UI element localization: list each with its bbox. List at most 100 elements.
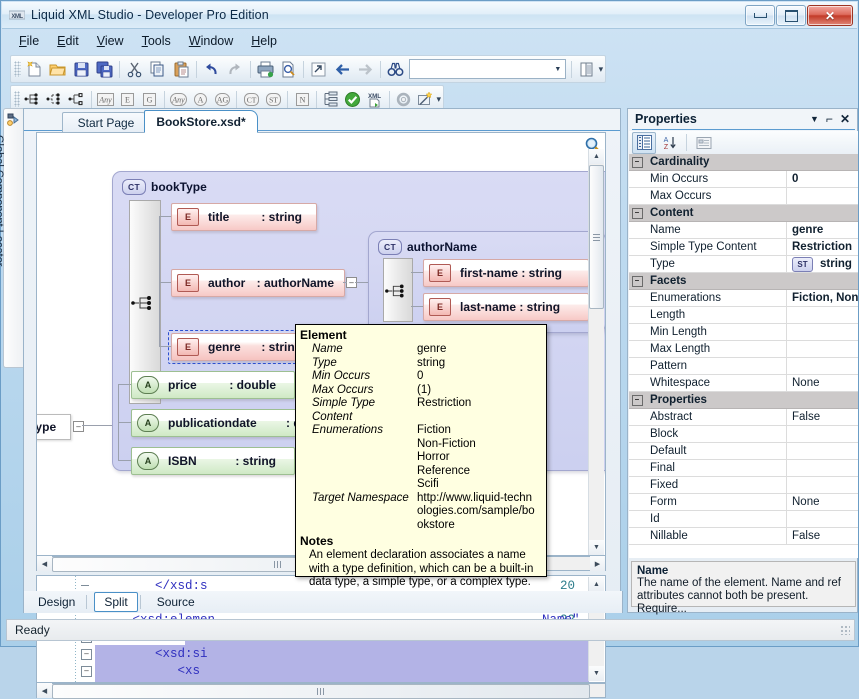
all-icon[interactable] (67, 88, 87, 110)
fold-box[interactable]: – (81, 666, 92, 677)
any-element-icon[interactable]: Any (96, 88, 116, 110)
properties-grid[interactable]: – Cardinality Min Occurs 0 Max Occurs – … (629, 154, 858, 558)
any-attribute-icon[interactable]: Any (169, 88, 189, 110)
global-component-locator-tab[interactable]: Global Component Locator (3, 108, 23, 368)
property-row-nillable[interactable]: Nillable False (629, 528, 858, 545)
property-group-cardinality[interactable]: – Cardinality (629, 154, 858, 171)
validate-check-icon[interactable] (343, 88, 363, 110)
element-node-author[interactable]: E author : authorName (171, 269, 345, 297)
property-row-max-occurs[interactable]: Max Occurs (629, 188, 858, 205)
close-icon[interactable]: ✕ (840, 112, 850, 126)
choice-icon[interactable] (45, 88, 65, 110)
find-binoculars-icon[interactable] (385, 58, 406, 80)
scroll-left-arrow-icon[interactable]: ◀ (37, 683, 52, 698)
group-icon[interactable]: G (140, 88, 160, 110)
property-value[interactable] (787, 358, 858, 374)
redo-icon[interactable] (224, 58, 245, 80)
property-row-length[interactable]: Length (629, 307, 858, 324)
menu-tools[interactable]: Tools (133, 31, 180, 51)
fold-box[interactable]: – (81, 649, 92, 660)
scroll-down-arrow-icon[interactable]: ▼ (589, 666, 604, 681)
source-hscroll-thumb[interactable] (52, 684, 590, 699)
maximize-button[interactable] (776, 5, 806, 26)
scroll-left-arrow-icon[interactable]: ◀ (37, 556, 52, 571)
property-row-type[interactable]: Type ST string (629, 256, 858, 273)
property-value-cell[interactable]: ST string (787, 256, 858, 272)
paste-icon[interactable] (171, 58, 192, 80)
close-button[interactable]: ✕ (807, 5, 853, 26)
attribute-node-isbn[interactable]: A ISBN : string (131, 447, 295, 475)
resize-grip-icon[interactable] (840, 625, 850, 635)
attribute-node-price[interactable]: A price : double (131, 371, 295, 399)
element-node-first-name[interactable]: E first-name : string (423, 259, 589, 287)
element-node-title[interactable]: E title : string (171, 203, 317, 231)
property-value[interactable] (787, 307, 858, 323)
pin-icon[interactable]: ⌐ (826, 112, 833, 126)
property-row-enumerations[interactable]: Enumerations Fiction, Non-Ficti (629, 290, 858, 307)
book-icon[interactable] (576, 58, 597, 80)
print-preview-icon[interactable] (278, 58, 299, 80)
tab-split[interactable]: Split (94, 592, 137, 612)
sequence-icon[interactable] (23, 88, 43, 110)
toolbar-overflow-button[interactable]: ▾ (599, 67, 604, 72)
property-value[interactable] (787, 443, 858, 459)
element-icon[interactable]: E (118, 88, 138, 110)
undo-icon[interactable] (201, 58, 222, 80)
element-node-last-name[interactable]: E last-name : string (423, 293, 589, 321)
property-value[interactable] (787, 511, 858, 527)
tree-layout-icon[interactable] (321, 88, 341, 110)
property-value[interactable] (787, 477, 858, 493)
property-row-max-length[interactable]: Max Length (629, 341, 858, 358)
print-icon[interactable] (255, 58, 276, 80)
simple-type-icon[interactable]: ST (263, 88, 283, 110)
copy-icon[interactable] (147, 58, 168, 80)
property-row-min-length[interactable]: Min Length (629, 324, 858, 341)
toolbar-overflow-button[interactable]: ▾ (436, 97, 441, 102)
scroll-down-arrow-icon[interactable]: ▼ (589, 540, 604, 555)
property-group-facets[interactable]: – Facets (629, 273, 858, 290)
back-arrow-icon[interactable] (331, 58, 352, 80)
complex-type-authorname[interactable]: CT authorName E first-name : string (368, 231, 606, 333)
property-row-final[interactable]: Final (629, 460, 858, 477)
settings-gear-icon[interactable] (394, 88, 414, 110)
property-value[interactable] (787, 341, 858, 357)
cut-icon[interactable] (124, 58, 145, 80)
new-file-icon[interactable] (24, 58, 45, 80)
attribute-group-icon[interactable]: AG (213, 88, 233, 110)
chevron-down-icon[interactable]: ▼ (550, 61, 565, 77)
property-row-name[interactable]: Name genre (629, 222, 858, 239)
property-row-default[interactable]: Default (629, 443, 858, 460)
property-value[interactable]: Fiction, Non-Ficti (787, 290, 858, 306)
property-row-min-occurs[interactable]: Min Occurs 0 (629, 171, 858, 188)
categorized-view-icon[interactable] (632, 132, 656, 154)
generate-xml-icon[interactable]: XML (365, 88, 385, 110)
minimize-button[interactable] (745, 5, 775, 26)
property-value[interactable] (787, 426, 858, 442)
tab-bookstore-xsd[interactable]: BookStore.xsd* (144, 110, 258, 133)
external-link-icon[interactable] (308, 58, 329, 80)
property-value[interactable]: genre (787, 222, 858, 238)
toolbar-grip[interactable] (14, 91, 20, 107)
wizard-wand-icon[interactable] (416, 88, 436, 110)
source-horizontal-scrollbar[interactable]: ◀ (36, 683, 606, 698)
sequence-compositor-authorname[interactable] (383, 258, 413, 322)
complex-type-icon[interactable]: CT (241, 88, 261, 110)
property-pages-icon[interactable] (693, 133, 715, 153)
property-row-simple-type-content[interactable]: Simple Type Content Restriction (629, 239, 858, 256)
group-expander[interactable]: – (629, 392, 645, 408)
scroll-up-arrow-icon[interactable]: ▲ (589, 577, 604, 592)
expand-collapse-box[interactable]: – (73, 421, 84, 432)
property-group-content[interactable]: – Content (629, 205, 858, 222)
property-value[interactable]: False (787, 409, 858, 425)
property-row-whitespace[interactable]: Whitespace None (629, 375, 858, 392)
property-value[interactable] (787, 460, 858, 476)
property-row-form[interactable]: Form None (629, 494, 858, 511)
attribute-icon[interactable]: A (191, 88, 211, 110)
alphabetical-sort-icon[interactable]: A Z (659, 133, 681, 153)
menu-edit[interactable]: Edit (48, 31, 88, 51)
property-row-pattern[interactable]: Pattern (629, 358, 858, 375)
menu-window[interactable]: Window (180, 31, 242, 51)
diagram-scroll-thumb[interactable] (589, 165, 604, 309)
scroll-up-arrow-icon[interactable]: ▲ (589, 149, 604, 164)
toolbar-grip[interactable] (14, 61, 21, 77)
